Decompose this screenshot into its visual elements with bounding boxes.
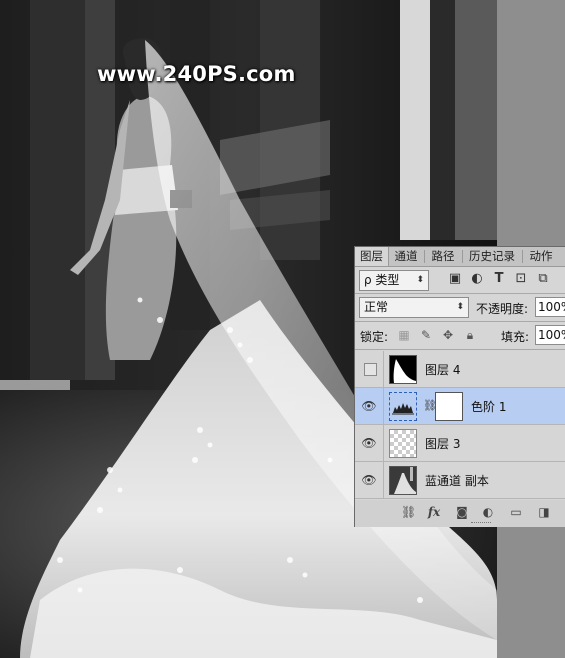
opacity-input[interactable]: 100% [535, 297, 565, 317]
tab-channels[interactable]: 通道 [389, 247, 423, 266]
layer-name[interactable]: 图层 4 [425, 361, 460, 378]
row-separator [383, 388, 384, 424]
divider [355, 321, 565, 322]
row-separator [383, 351, 384, 387]
type-filter-icon[interactable]: T [491, 271, 507, 287]
blend-opacity-row: 正常 ⬍ 不透明度: 100% [355, 295, 565, 321]
image-filter-icon[interactable]: ▣ [447, 271, 463, 287]
panel-footer: ⛓︎ fx ◙ ◐ ▭ ◨ [355, 500, 565, 527]
visibility-toggle-off[interactable] [364, 363, 377, 376]
shape-filter-icon[interactable]: ⊡ [513, 271, 529, 287]
link-layers-icon[interactable]: ⛓︎ [401, 505, 416, 519]
eye-icon[interactable]: 👁︎ [361, 435, 377, 451]
chevron-updown-icon: ⬍ [416, 275, 424, 285]
layer-name[interactable]: 图层 3 [425, 435, 460, 452]
fx-icon[interactable]: fx [427, 505, 441, 519]
filter-kind-label: ρ 类型 [364, 273, 400, 287]
tab-actions[interactable]: 动作 [523, 247, 559, 266]
lock-transparent-icon[interactable]: ▦ [397, 328, 411, 342]
eye-icon[interactable]: 👁︎ [361, 472, 377, 488]
lock-label: 锁定: [360, 330, 389, 344]
lock-brush-icon[interactable]: ✎ [419, 328, 433, 342]
tab-paths[interactable]: 路径 [425, 247, 461, 266]
layer-thumbnail [389, 355, 417, 384]
resize-grip[interactable] [471, 522, 491, 526]
row-separator [383, 425, 384, 461]
divider [355, 293, 565, 294]
layer-name[interactable]: 色阶 1 [471, 398, 506, 415]
lock-fill-row: 锁定: ▦ ✎ ✥ 🔒︎ 填充: 100% [355, 323, 565, 349]
new-group-icon[interactable]: ▭ [509, 505, 523, 519]
veil-mask-thumbnail [393, 359, 416, 383]
lock-move-icon[interactable]: ✥ [441, 328, 455, 342]
histogram-icon [392, 403, 414, 415]
divider [355, 349, 565, 350]
layers-list: 图层 4 👁︎ ⛓︎ 色阶 1 👁︎ 图层 3 👁︎ 蓝通道 副本 [355, 351, 565, 499]
fill-input[interactable]: 100% [535, 325, 565, 345]
layer-row-selected[interactable]: 👁︎ ⛓︎ 色阶 1 [355, 388, 565, 425]
layer-row[interactable]: 👁︎ 图层 3 [355, 425, 565, 462]
levels-adjustment-thumbnail [389, 392, 417, 421]
panel-tabs: 图层 通道 路径 历史记录 动作 [355, 247, 565, 267]
watermark-text: www.240PS.com [97, 62, 296, 86]
blend-mode-select[interactable]: 正常 ⬍ [359, 297, 469, 318]
new-layer-icon[interactable]: ◨ [537, 505, 551, 519]
tab-layers[interactable]: 图层 [355, 247, 389, 266]
blend-mode-value: 正常 [364, 300, 389, 314]
transparent-thumbnail [389, 429, 417, 458]
adjustment-layer-icon[interactable]: ◐ [481, 505, 495, 519]
smart-object-filter-icon[interactable]: ⧉ [535, 271, 551, 287]
photo-thumbnail [390, 467, 416, 494]
fill-label: 填充: [501, 330, 530, 344]
add-mask-icon[interactable]: ◙ [455, 505, 469, 519]
layer-name[interactable]: 蓝通道 副本 [425, 472, 489, 489]
layers-panel: 图层 通道 路径 历史记录 动作 ρ 类型 ⬍ ▣ ◐ T ⊡ ⧉ 正常 ⬍ 不… [354, 246, 565, 527]
lock-all-icon[interactable]: 🔒︎ [463, 328, 477, 342]
layer-thumbnail [389, 466, 417, 495]
layer-row[interactable]: 👁︎ 蓝通道 副本 [355, 462, 565, 499]
layer-row[interactable]: 图层 4 [355, 351, 565, 388]
adjustment-filter-icon[interactable]: ◐ [469, 271, 485, 287]
layer-filter-row: ρ 类型 ⬍ ▣ ◐ T ⊡ ⧉ [355, 267, 565, 293]
opacity-label: 不透明度: [476, 302, 529, 316]
filter-kind-select[interactable]: ρ 类型 ⬍ [359, 270, 429, 291]
row-separator [383, 462, 384, 498]
chevron-updown-icon: ⬍ [456, 302, 464, 312]
eye-icon[interactable]: 👁︎ [361, 398, 377, 414]
layer-mask-thumbnail[interactable] [435, 392, 463, 421]
tab-history[interactable]: 历史记录 [463, 247, 521, 266]
